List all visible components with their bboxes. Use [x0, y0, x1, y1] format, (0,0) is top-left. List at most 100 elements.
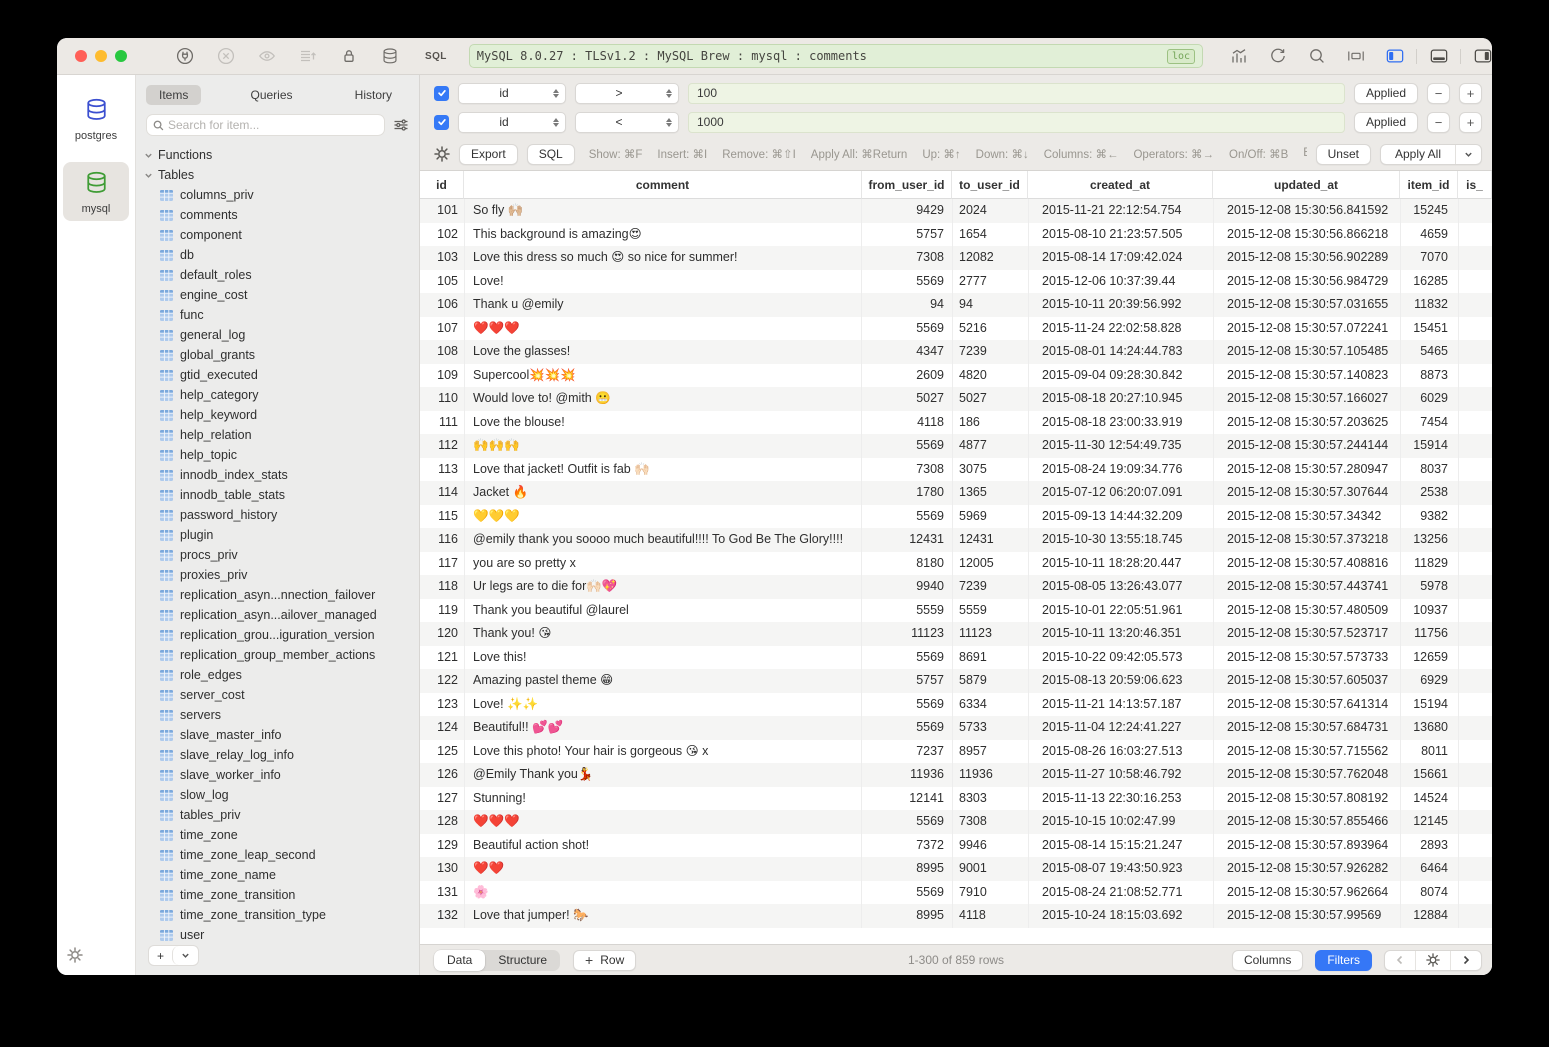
- table-cell[interactable]: 1365: [952, 481, 1028, 505]
- table-cell[interactable]: 2015-12-08 15:30:56.902289: [1213, 246, 1400, 270]
- table-cell[interactable]: 2015-11-13 22:30:16.253: [1028, 787, 1213, 811]
- preview-eye-icon[interactable]: [257, 47, 276, 66]
- column-header[interactable]: updated_at: [1213, 171, 1400, 199]
- table-cell[interactable]: 186: [952, 411, 1028, 435]
- table-cell[interactable]: 2015-12-08 15:30:57.105485: [1213, 340, 1400, 364]
- table-cell[interactable]: 💛💛💛: [464, 505, 862, 529]
- table-cell[interactable]: 5879: [952, 669, 1028, 693]
- table-cell[interactable]: 113: [420, 458, 464, 482]
- table-row[interactable]: 101So fly 🙌🏼942920242015-11-21 22:12:54.…: [420, 199, 1492, 223]
- tab-data[interactable]: Data: [434, 950, 485, 971]
- table-cell[interactable]: 132: [420, 904, 464, 928]
- table-cell[interactable]: [1458, 787, 1492, 811]
- table-cell[interactable]: 2015-12-08 15:30:57.855466: [1213, 810, 1400, 834]
- settings-gear-icon[interactable]: [67, 947, 83, 963]
- filter-applied-button[interactable]: Applied: [1354, 112, 1418, 133]
- table-cell[interactable]: 2015-08-18 23:00:33.919: [1028, 411, 1213, 435]
- sidebar-item-table[interactable]: replication_group_member_actions: [136, 645, 419, 665]
- table-cell[interactable]: 126: [420, 763, 464, 787]
- table-cell[interactable]: 7910: [952, 881, 1028, 905]
- table-cell[interactable]: 2777: [952, 270, 1028, 294]
- table-cell[interactable]: Love this dress so much 😍 so nice for su…: [464, 246, 862, 270]
- table-cell[interactable]: 9382: [1400, 505, 1458, 529]
- table-cell[interactable]: 2015-10-22 09:42:05.573: [1028, 646, 1213, 670]
- table-cell[interactable]: [1458, 552, 1492, 576]
- table-cell[interactable]: [1458, 881, 1492, 905]
- table-cell[interactable]: 8995: [862, 857, 952, 881]
- table-cell[interactable]: ❤️❤️: [464, 857, 862, 881]
- table-cell[interactable]: 2015-10-24 18:15:03.692: [1028, 904, 1213, 928]
- table-cell[interactable]: 131: [420, 881, 464, 905]
- table-cell[interactable]: 2015-12-08 15:30:57.408816: [1213, 552, 1400, 576]
- table-cell[interactable]: 12431: [952, 528, 1028, 552]
- filter-column-select[interactable]: id: [458, 112, 566, 133]
- table-cell[interactable]: ❤️❤️❤️: [464, 810, 862, 834]
- filter-applied-button[interactable]: Applied: [1354, 83, 1418, 104]
- table-cell[interactable]: 2015-12-08 15:30:57.762048: [1213, 763, 1400, 787]
- sidebar-item-table[interactable]: slow_log: [136, 785, 419, 805]
- table-cell[interactable]: 125: [420, 740, 464, 764]
- table-cell[interactable]: 2015-09-13 14:44:32.209: [1028, 505, 1213, 529]
- table-cell[interactable]: [1458, 810, 1492, 834]
- table-cell[interactable]: 2015-12-08 15:30:57.808192: [1213, 787, 1400, 811]
- table-cell[interactable]: 4659: [1400, 223, 1458, 247]
- table-cell[interactable]: Love the blouse!: [464, 411, 862, 435]
- table-cell[interactable]: 2015-08-14 15:15:21.247: [1028, 834, 1213, 858]
- table-cell[interactable]: [1458, 458, 1492, 482]
- table-cell[interactable]: 5969: [952, 505, 1028, 529]
- table-cell[interactable]: 13256: [1400, 528, 1458, 552]
- table-row[interactable]: 107❤️❤️❤️556952162015-11-24 22:02:58.828…: [420, 317, 1492, 341]
- column-header[interactable]: comment: [464, 171, 862, 199]
- table-cell[interactable]: 130: [420, 857, 464, 881]
- table-cell[interactable]: 7237: [862, 740, 952, 764]
- database-icon[interactable]: [380, 47, 399, 66]
- table-cell[interactable]: 2015-12-08 15:30:57.926282: [1213, 857, 1400, 881]
- table-cell[interactable]: [1458, 317, 1492, 341]
- tab-items[interactable]: Items: [146, 85, 201, 105]
- sidebar-item-table[interactable]: replication_asyn...nnection_failover: [136, 585, 419, 605]
- sidebar-item-table[interactable]: component: [136, 225, 419, 245]
- table-cell[interactable]: 109: [420, 364, 464, 388]
- table-cell[interactable]: 🙌🙌🙌: [464, 434, 862, 458]
- table-cell[interactable]: 101: [420, 199, 464, 223]
- connection-mysql[interactable]: mysql: [63, 162, 129, 221]
- table-row[interactable]: 103Love this dress so much 😍 so nice for…: [420, 246, 1492, 270]
- table-cell[interactable]: [1458, 411, 1492, 435]
- table-row[interactable]: 105Love!556927772015-12-06 10:37:39.4420…: [420, 270, 1492, 294]
- table-cell[interactable]: ❤️❤️❤️: [464, 317, 862, 341]
- filter-settings-gear-icon[interactable]: [434, 146, 450, 162]
- sidebar-item-table[interactable]: time_zone_leap_second: [136, 845, 419, 865]
- table-cell[interactable]: So fly 🙌🏼: [464, 199, 862, 223]
- table-cell[interactable]: 2015-08-10 21:23:57.505: [1028, 223, 1213, 247]
- close-window-button[interactable]: [75, 50, 87, 62]
- table-cell[interactable]: 2015-08-26 16:03:27.513: [1028, 740, 1213, 764]
- table-cell[interactable]: 116: [420, 528, 464, 552]
- table-cell[interactable]: 2015-12-08 15:30:57.307644: [1213, 481, 1400, 505]
- table-cell[interactable]: Thank u @emily: [464, 293, 862, 317]
- disconnect-icon[interactable]: [216, 47, 235, 66]
- table-cell[interactable]: 7070: [1400, 246, 1458, 270]
- table-cell[interactable]: 8074: [1400, 881, 1458, 905]
- table-cell[interactable]: [1458, 387, 1492, 411]
- table-row[interactable]: 127Stunning!1214183032015-11-13 22:30:16…: [420, 787, 1492, 811]
- tab-history[interactable]: History: [342, 85, 405, 105]
- sidebar-item-table[interactable]: proxies_priv: [136, 565, 419, 585]
- table-cell[interactable]: [1458, 575, 1492, 599]
- table-cell[interactable]: 12082: [952, 246, 1028, 270]
- table-cell[interactable]: 105: [420, 270, 464, 294]
- table-cell[interactable]: 6929: [1400, 669, 1458, 693]
- table-cell[interactable]: Would love to! @mith 😬: [464, 387, 862, 411]
- sidebar-item-table[interactable]: help_topic: [136, 445, 419, 465]
- table-cell[interactable]: 15451: [1400, 317, 1458, 341]
- sidebar-item-table[interactable]: slave_relay_log_info: [136, 745, 419, 765]
- table-cell[interactable]: 🌸: [464, 881, 862, 905]
- table-cell[interactable]: 15661: [1400, 763, 1458, 787]
- table-cell[interactable]: 2015-10-01 22:05:51.961: [1028, 599, 1213, 623]
- table-row[interactable]: 129Beautiful action shot!737299462015-08…: [420, 834, 1492, 858]
- table-cell[interactable]: Love this photo! Your hair is gorgeous 😘…: [464, 740, 862, 764]
- log-list-icon[interactable]: [298, 47, 317, 66]
- table-cell[interactable]: @emily thank you soooo much beautiful!!!…: [464, 528, 862, 552]
- table-cell[interactable]: 1780: [862, 481, 952, 505]
- table-cell[interactable]: 7308: [862, 458, 952, 482]
- table-cell[interactable]: Beautiful action shot!: [464, 834, 862, 858]
